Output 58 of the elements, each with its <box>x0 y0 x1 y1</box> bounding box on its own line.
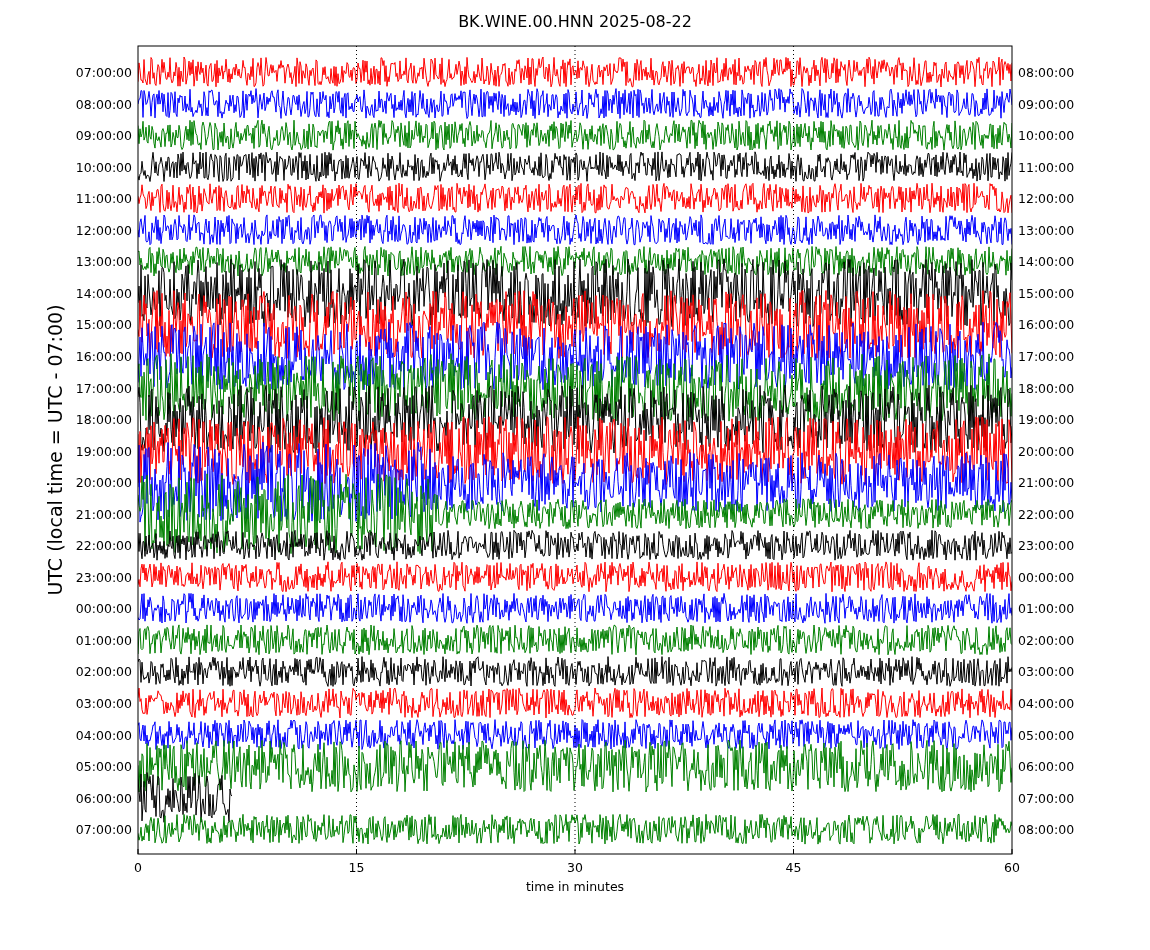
time-label: 21:00:00 <box>1018 475 1075 491</box>
time-label: 10:00:00 <box>1018 128 1075 144</box>
time-label: 01:00:00 <box>1018 601 1075 617</box>
x-tick-label: 30 <box>567 860 583 875</box>
time-label: 23:00:00 <box>1018 538 1075 554</box>
time-label: 00:00:00 <box>75 601 132 617</box>
time-label: 10:00:00 <box>75 159 132 175</box>
time-label: 04:00:00 <box>75 727 132 743</box>
time-label: 08:00:00 <box>1018 65 1075 80</box>
time-label: 07:00:00 <box>1018 790 1075 806</box>
time-label: 23:00:00 <box>75 569 132 585</box>
x-tick-label: 60 <box>1004 860 1020 875</box>
x-tick-label: 15 <box>348 860 365 875</box>
time-label: 09:00:00 <box>75 128 132 144</box>
time-label: 15:00:00 <box>1018 285 1075 301</box>
time-label: 11:00:00 <box>1018 159 1075 175</box>
time-label: 20:00:00 <box>75 475 132 491</box>
x-tick-label: 0 <box>134 860 142 875</box>
time-label: 22:00:00 <box>75 538 132 554</box>
time-label: 03:00:00 <box>1018 664 1075 680</box>
time-label: 19:00:00 <box>75 443 132 459</box>
time-label: 07:00:00 <box>75 822 132 838</box>
y-axis-label: UTC (local time = UTC - 07:00) <box>44 304 66 596</box>
time-label: 06:00:00 <box>75 790 132 806</box>
time-label: 18:00:00 <box>1018 380 1075 396</box>
time-label: 14:00:00 <box>75 285 132 301</box>
time-label: 04:00:00 <box>1018 696 1075 711</box>
time-label: 18:00:00 <box>75 412 132 428</box>
time-label: 02:00:00 <box>1018 632 1075 648</box>
time-label: 03:00:00 <box>75 696 132 711</box>
time-label: 13:00:00 <box>75 254 132 270</box>
time-label: 11:00:00 <box>75 191 132 207</box>
time-label: 12:00:00 <box>75 222 132 238</box>
time-label: 08:00:00 <box>75 96 132 112</box>
time-label: 12:00:00 <box>1018 191 1075 207</box>
time-label: 09:00:00 <box>1018 96 1075 112</box>
time-label: 00:00:00 <box>1018 569 1075 585</box>
time-label: 02:00:00 <box>75 664 132 680</box>
time-label: 01:00:00 <box>75 632 132 648</box>
time-label: 07:00:00 <box>75 65 132 80</box>
time-label: 05:00:00 <box>75 759 132 775</box>
time-label: 08:00:00 <box>1018 822 1075 838</box>
time-label: 20:00:00 <box>1018 443 1075 459</box>
time-label: 16:00:00 <box>1018 317 1075 333</box>
time-label: 22:00:00 <box>1018 506 1075 522</box>
time-label: 15:00:00 <box>75 317 132 333</box>
time-label: 14:00:00 <box>1018 254 1075 270</box>
time-label: 16:00:00 <box>75 348 132 364</box>
plot-title: BK.WINE.00.HNN 2025-08-22 <box>458 12 692 31</box>
x-axis-label: time in minutes <box>525 879 625 894</box>
time-label: 17:00:00 <box>1018 348 1075 364</box>
time-label: 19:00:00 <box>1018 412 1075 428</box>
x-tick-label: 45 <box>785 860 802 875</box>
time-label: 06:00:00 <box>1018 759 1075 775</box>
time-label: 13:00:00 <box>1018 222 1075 238</box>
time-label: 05:00:00 <box>1018 727 1075 743</box>
time-label: 21:00:00 <box>75 506 132 522</box>
time-label: 17:00:00 <box>75 380 132 396</box>
